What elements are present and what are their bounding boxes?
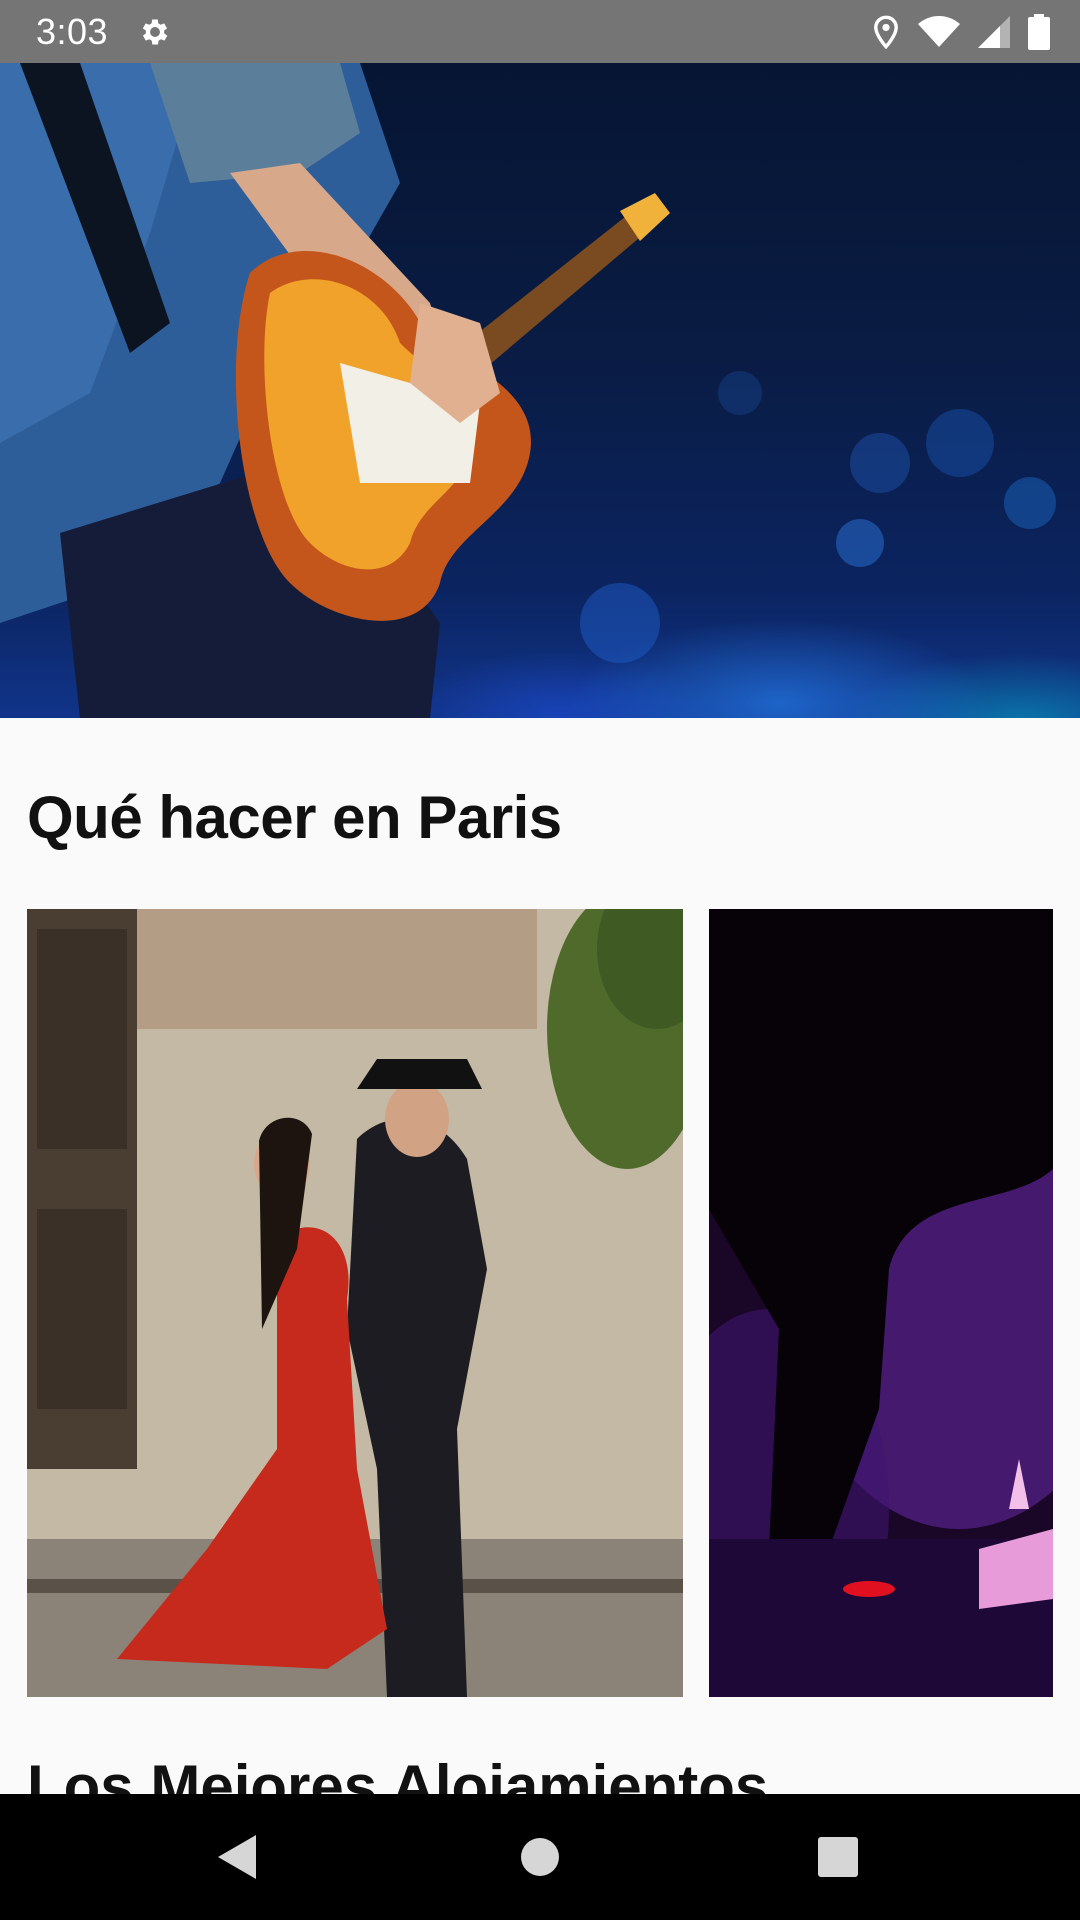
dj-turntable-image[interactable]: [709, 909, 1053, 1697]
recents-icon[interactable]: [778, 1794, 898, 1920]
status-icons: [872, 13, 1050, 50]
status-bar: 3:03: [0, 0, 1080, 63]
signal-icon: [978, 15, 1010, 48]
back-icon[interactable]: [178, 1794, 298, 1920]
activities-carousel[interactable]: [27, 909, 1080, 1697]
home-icon[interactable]: [480, 1794, 600, 1920]
concert-guitarist-image: [0, 63, 1080, 718]
wifi-icon: [918, 15, 960, 48]
tango-dancers-image[interactable]: [27, 909, 683, 1697]
gear-icon: [138, 14, 174, 50]
section-title: Qué hacer en Paris: [27, 784, 562, 851]
battery-icon: [1028, 13, 1050, 50]
screen: 3:03 Qué hacer en Paris Los Mejores Aloj…: [0, 0, 1080, 1920]
status-time: 3:03: [36, 10, 109, 52]
location-icon: [872, 15, 900, 49]
navigation-bar: [0, 1794, 1080, 1920]
